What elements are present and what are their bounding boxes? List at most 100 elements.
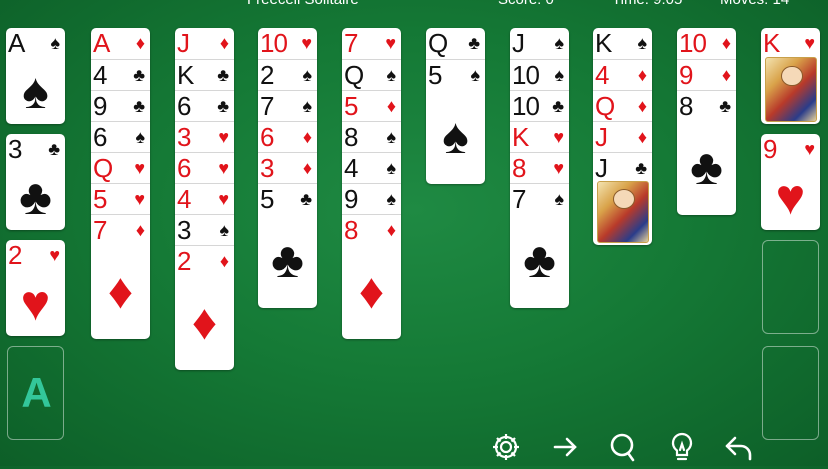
lightbulb-hint-icon[interactable]: [665, 430, 699, 464]
card-row[interactable]: A ♦: [91, 28, 150, 58]
card-row[interactable]: 10 ♣: [510, 90, 569, 121]
card-suit-icon: ♠: [554, 65, 564, 85]
card-row[interactable]: 10 ♥: [258, 28, 317, 58]
card-rank: Q: [93, 153, 113, 183]
foundation-slot[interactable]: A: [7, 346, 64, 440]
card-row[interactable]: Q ♦: [593, 90, 652, 121]
empty-foundation-slot[interactable]: [762, 346, 819, 440]
tableau-column-1[interactable]: A ♦ 4 ♣ 9 ♣ 6 ♠ Q ♥ 5 ♥ 7 ♦ ♦: [91, 28, 150, 339]
card-suit-icon: ♣: [133, 96, 145, 116]
card-row[interactable]: 4 ♣: [91, 59, 150, 90]
search-icon[interactable]: [606, 430, 640, 464]
tableau-column-7[interactable]: K ♠ 4 ♦ Q ♦ J ♦ J ♣: [593, 28, 652, 245]
card-rank: K: [177, 60, 194, 90]
card-suit-icon: ♦: [219, 251, 229, 271]
card-row[interactable]: 3 ♦: [258, 152, 317, 183]
settings-gear-icon[interactable]: [489, 430, 523, 464]
card-row[interactable]: 9 ♠: [342, 183, 401, 214]
card-row[interactable]: 2 ♠: [258, 59, 317, 90]
card-row[interactable]: 5 ♦: [342, 90, 401, 121]
card-suit-icon: ♣: [300, 189, 312, 209]
card-suit-icon: ♥: [49, 245, 60, 265]
empty-foundation-slot[interactable]: [762, 240, 819, 334]
card-suit-icon: ♦: [637, 65, 647, 85]
card-row[interactable]: 10 ♦: [677, 28, 736, 58]
tableau-column-2[interactable]: J ♦ K ♣ 6 ♣ 3 ♥ 6 ♥ 4 ♥ 3 ♠ 2 ♦ ♦: [175, 28, 234, 370]
card-row[interactable]: 6 ♠: [91, 121, 150, 152]
card-rank: 6: [177, 153, 192, 183]
card-row[interactable]: J ♠: [510, 28, 569, 58]
card-row[interactable]: Q ♣: [426, 28, 485, 58]
card-center-suit-icon: ♣: [271, 232, 304, 288]
card-row[interactable]: 7 ♦: [91, 214, 150, 245]
card-row[interactable]: 3 ♠: [175, 214, 234, 245]
card-row[interactable]: 7 ♠: [510, 183, 569, 214]
card-row[interactable]: Q ♥: [91, 152, 150, 183]
card-rank: J: [595, 122, 608, 152]
card-row[interactable]: Q ♠: [342, 59, 401, 90]
free-cell-card[interactable]: 3 ♣ ♣: [6, 134, 65, 230]
card-suit-icon: ♥: [134, 158, 145, 178]
card-row[interactable]: 2 ♥: [6, 240, 65, 270]
card-rank: 5: [260, 184, 275, 214]
card-row[interactable]: 7 ♠: [258, 90, 317, 121]
card-rank: K: [595, 28, 612, 58]
card-row[interactable]: 6 ♥: [175, 152, 234, 183]
card-rank: J: [512, 28, 525, 58]
card-rank: 2: [8, 240, 23, 270]
card-row[interactable]: 5 ♥: [91, 183, 150, 214]
undo-icon[interactable]: [722, 430, 756, 464]
card-row[interactable]: K ♣: [175, 59, 234, 90]
free-cell-card[interactable]: A ♠ ♠: [6, 28, 65, 124]
card-row[interactable]: 6 ♣: [175, 90, 234, 121]
free-cell-card[interactable]: 2 ♥ ♥: [6, 240, 65, 336]
card-row[interactable]: A ♠: [6, 28, 65, 58]
card-rank: 7: [344, 28, 359, 58]
card-row[interactable]: 3 ♥: [175, 121, 234, 152]
card-row[interactable]: 9 ♣: [91, 90, 150, 121]
card-row[interactable]: 8 ♣: [677, 90, 736, 121]
card-rank: 4: [177, 184, 192, 214]
card-row[interactable]: 4 ♠: [342, 152, 401, 183]
card-suit-icon: ♦: [721, 65, 731, 85]
arrow-right-icon[interactable]: [548, 430, 582, 464]
card-suit-icon: ♥: [804, 139, 815, 159]
card-row[interactable]: 4 ♥: [175, 183, 234, 214]
card-row[interactable]: K ♥: [761, 28, 820, 58]
card-row[interactable]: 9 ♥: [761, 134, 820, 164]
card-suit-icon: ♠: [637, 33, 647, 53]
foundation-card[interactable]: K ♥: [761, 28, 820, 124]
card-row[interactable]: 10 ♠: [510, 59, 569, 90]
card-center-suit-icon: ♣: [523, 232, 556, 288]
card-row[interactable]: K ♥: [510, 121, 569, 152]
card-row[interactable]: J ♣: [593, 152, 652, 183]
tableau-column-3[interactable]: 10 ♥ 2 ♠ 7 ♠ 6 ♦ 3 ♦ 5 ♣ ♣: [258, 28, 317, 308]
card-row[interactable]: 6 ♦: [258, 121, 317, 152]
card-rank: 2: [177, 246, 192, 276]
card-row[interactable]: 8 ♥: [510, 152, 569, 183]
tableau-column-6[interactable]: J ♠ 10 ♠ 10 ♣ K ♥ 8 ♥ 7 ♠ ♣: [510, 28, 569, 308]
tableau-column-4[interactable]: 7 ♥ Q ♠ 5 ♦ 8 ♠ 4 ♠ 9 ♠ 8 ♦ ♦: [342, 28, 401, 339]
card-suit-icon: ♠: [219, 220, 229, 240]
card-row[interactable]: 9 ♦: [677, 59, 736, 90]
tableau-column-5[interactable]: Q ♣ 5 ♠ ♠: [426, 28, 485, 184]
card-row[interactable]: J ♦: [175, 28, 234, 58]
card-row[interactable]: 2 ♦: [175, 245, 234, 276]
card-row[interactable]: 4 ♦: [593, 59, 652, 90]
card-row[interactable]: 3 ♣: [6, 134, 65, 164]
card-suit-icon: ♦: [135, 33, 145, 53]
card-row[interactable]: K ♠: [593, 28, 652, 58]
card-rank: 2: [260, 60, 275, 90]
card-suit-icon: ♣: [719, 96, 731, 116]
card-row[interactable]: J ♦: [593, 121, 652, 152]
card-row[interactable]: 8 ♦: [342, 214, 401, 245]
card-row[interactable]: 5 ♣: [258, 183, 317, 214]
card-row[interactable]: 5 ♠: [426, 59, 485, 90]
card-center-suit-icon: ♥: [775, 168, 806, 225]
card-row[interactable]: 7 ♥: [342, 28, 401, 58]
foundation-card[interactable]: 9 ♥ ♥: [761, 134, 820, 230]
card-suit-icon: ♥: [134, 189, 145, 209]
tableau-column-8[interactable]: 10 ♦ 9 ♦ 8 ♣ ♣: [677, 28, 736, 215]
card-suit-icon: ♣: [468, 33, 480, 53]
card-row[interactable]: 8 ♠: [342, 121, 401, 152]
